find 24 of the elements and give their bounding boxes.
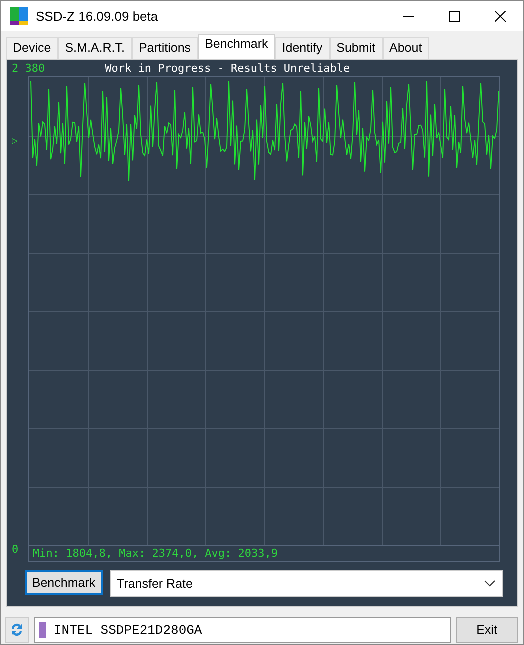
benchmark-button[interactable]: Benchmark <box>25 570 103 595</box>
maximize-icon <box>448 10 460 22</box>
close-icon <box>494 10 506 22</box>
axis-max-label: 2 380 <box>12 62 46 74</box>
marker-glyph: ▷ <box>12 136 20 147</box>
axis-min-label: 0 <box>12 543 20 556</box>
refresh-button[interactable] <box>5 617 29 643</box>
tab[interactable]: S.M.A.R.T. <box>58 37 132 59</box>
chevron-down-icon <box>484 580 496 587</box>
drive-color-swatch <box>39 622 46 638</box>
refresh-icon <box>9 622 25 638</box>
window-title: SSD-Z 16.09.09 beta <box>36 8 158 24</box>
exit-button[interactable]: Exit <box>456 617 518 643</box>
tab[interactable]: Benchmark <box>198 34 276 59</box>
mode-dropdown[interactable]: Transfer Rate <box>110 570 503 597</box>
drive-field[interactable]: INTEL SSDPE21D280GA <box>34 617 451 643</box>
tab[interactable]: Device <box>6 37 58 59</box>
tab[interactable]: Submit <box>330 37 383 59</box>
tab[interactable]: Partitions <box>132 37 198 59</box>
graph-title: Work in Progress - Results Unreliable <box>105 62 350 74</box>
stats-text: Min: 1804,8, Max: 2374,0, Avg: 2033,9 <box>28 545 500 562</box>
app-icon <box>10 7 28 25</box>
tab[interactable]: About <box>382 37 430 59</box>
tab[interactable]: Identify <box>275 37 330 59</box>
